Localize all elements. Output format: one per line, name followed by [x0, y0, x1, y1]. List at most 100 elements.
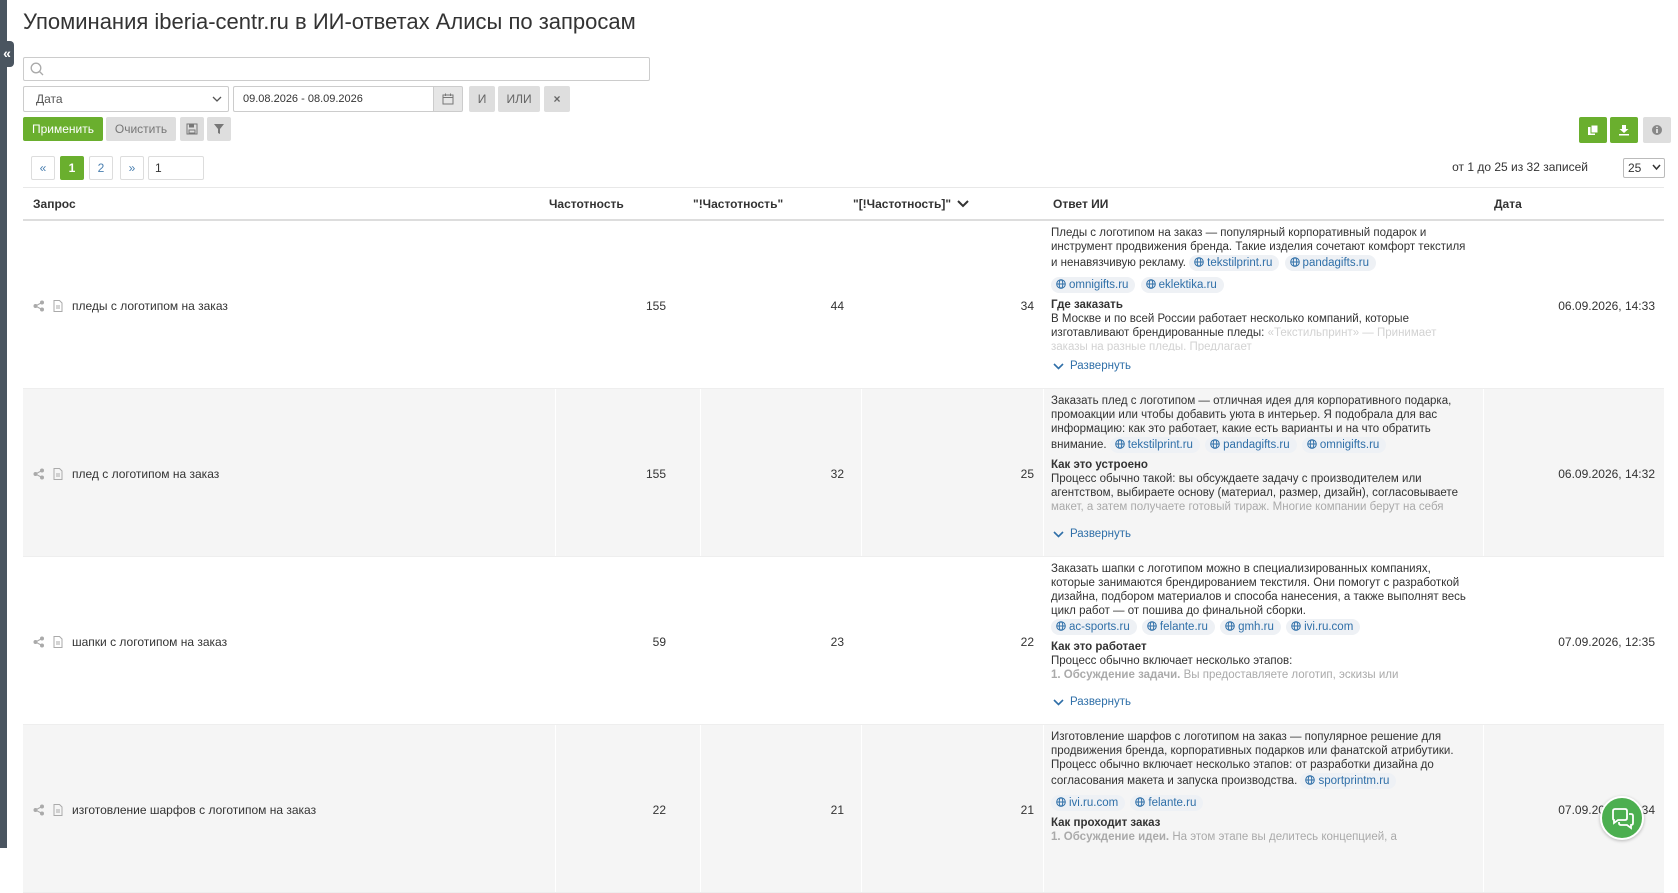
search-box[interactable] — [23, 57, 650, 81]
filter-field-select[interactable]: Дата — [23, 86, 229, 112]
pagination-jump-input[interactable]: 1 — [148, 156, 204, 180]
chevron-down-icon — [1053, 531, 1064, 538]
table-row: пледы с логотипом на заказ 155 44 34 Пле… — [23, 221, 1664, 389]
query-text[interactable]: плед с логотипом на заказ — [72, 467, 219, 481]
frequency-value: 22 — [652, 803, 666, 817]
column-header-exact-order-frequency[interactable]: "[!Частотность]" — [853, 188, 970, 220]
expand-answer-label: Развернуть — [1070, 528, 1131, 540]
share-icon[interactable] — [33, 804, 45, 816]
apply-button[interactable]: Применить — [23, 117, 103, 141]
column-header-ai-answer[interactable]: Ответ ИИ — [1053, 188, 1108, 220]
document-icon[interactable] — [53, 468, 63, 480]
query-cell: шапки с логотипом на заказ — [33, 557, 543, 725]
sort-desc-icon — [957, 200, 970, 208]
info-button[interactable] — [1643, 117, 1671, 143]
source-chip[interactable]: sportprintm.ru — [1300, 773, 1397, 789]
pagination-next[interactable]: » — [120, 156, 144, 180]
source-domain: felante.ru — [1148, 797, 1197, 809]
frequency-value: 59 — [652, 635, 666, 649]
expand-answer-link[interactable]: Развернуть — [1053, 528, 1131, 540]
source-chip[interactable]: ac-sports.ru — [1051, 619, 1137, 635]
source-chip[interactable]: felante.ru — [1130, 795, 1204, 811]
expand-answer-link[interactable]: Развернуть — [1053, 360, 1131, 372]
answer-heading: Как это работает — [1051, 641, 1147, 653]
source-chip[interactable]: felante.ru — [1141, 619, 1215, 635]
chevron-down-icon — [1053, 363, 1064, 370]
chat-widget-button[interactable] — [1600, 796, 1644, 840]
column-header-exact-frequency[interactable]: "!Частотность" — [693, 188, 783, 220]
save-filter-button[interactable] — [180, 117, 204, 141]
query-text[interactable]: пледы с логотипом на заказ — [72, 299, 228, 313]
globe-icon — [1291, 621, 1301, 631]
document-icon[interactable] — [53, 300, 63, 312]
query-text[interactable]: шапки с логотипом на заказ — [72, 635, 227, 649]
frequency-value: 155 — [645, 467, 666, 481]
answer-heading: Как это устроено — [1051, 459, 1148, 471]
query-text[interactable]: изготовление шарфов с логотипом на заказ — [72, 803, 316, 817]
share-icon[interactable] — [33, 636, 45, 648]
chevron-down-icon — [1053, 699, 1064, 706]
exact-order-frequency-value: 34 — [1020, 299, 1034, 313]
source-chip[interactable]: tekstilprint.ru — [1109, 437, 1200, 453]
globe-icon — [1056, 621, 1066, 631]
search-input[interactable] — [50, 60, 640, 78]
page-title: Упоминания iberia-centr.ru в ИИ-ответах … — [23, 9, 636, 34]
column-divider — [1043, 725, 1044, 892]
and-operator-button[interactable]: И — [469, 86, 495, 112]
globe-icon — [1114, 439, 1125, 449]
download-button[interactable] — [1610, 117, 1638, 143]
table-tools — [1579, 117, 1671, 143]
source-chip[interactable]: omnigifts.ru — [1051, 277, 1136, 293]
source-chip[interactable]: gmh.ru — [1220, 619, 1281, 635]
globe-icon — [1135, 797, 1146, 807]
pagination-page-2[interactable]: 2 — [89, 156, 113, 180]
date-range-input[interactable]: 09.08.2026 - 08.09.2026 — [233, 86, 433, 112]
document-icon[interactable] — [53, 636, 63, 648]
column-header-date[interactable]: Дата — [1494, 188, 1522, 220]
document-icon[interactable] — [53, 804, 63, 816]
date-value: 07.09.2026, 12:35 — [1558, 635, 1655, 649]
exact-frequency-value: 32 — [830, 467, 844, 481]
exact-order-frequency-value: 21 — [1020, 803, 1034, 817]
source-chip[interactable]: tekstilprint.ru — [1189, 255, 1280, 271]
column-header-exact-order-frequency-label: "[!Частотность]" — [853, 197, 952, 211]
answer-body-faded: макет, а затем получаете готовый тираж. … — [1051, 501, 1444, 513]
source-chip[interactable]: eklektika.ru — [1140, 277, 1224, 293]
globe-icon — [1307, 439, 1317, 449]
source-chip[interactable]: pandagifts.ru — [1284, 255, 1377, 271]
source-domain: tekstilprint.ru — [1127, 439, 1193, 451]
source-chip[interactable]: ivi.ru.com — [1051, 795, 1126, 811]
source-chip[interactable]: ivi.ru.com — [1286, 619, 1361, 635]
collapse-sidebar-button[interactable]: « — [0, 41, 14, 67]
save-icon — [186, 123, 198, 135]
source-domain: ivi.ru.com — [1304, 621, 1354, 633]
exact-frequency-value: 21 — [830, 803, 844, 817]
answer-body: Процесс обычно включает несколько этапов… — [1051, 655, 1293, 667]
source-chip[interactable]: pandagifts.ru — [1205, 437, 1297, 453]
query-cell: пледы с логотипом на заказ — [33, 221, 543, 389]
per-page-select[interactable]: 25 — [1623, 158, 1665, 178]
expand-answer-link[interactable]: Развернуть — [1053, 696, 1131, 708]
globe-icon — [1056, 279, 1066, 289]
filter-button[interactable] — [207, 117, 231, 141]
source-domain: felante.ru — [1159, 621, 1208, 633]
remove-filter-button[interactable]: × — [544, 86, 570, 112]
ai-answer-cell: Заказать шапки с логотипом можно в специ… — [1051, 562, 1471, 687]
globe-icon — [1289, 257, 1300, 267]
copy-button[interactable] — [1579, 117, 1607, 143]
source-chip[interactable]: omnigifts.ru — [1301, 437, 1387, 453]
pagination-prev[interactable]: « — [31, 156, 55, 180]
share-icon[interactable] — [33, 300, 45, 312]
calendar-button[interactable] — [433, 86, 463, 112]
pagination-page-1[interactable]: 1 — [60, 156, 84, 180]
clear-button[interactable]: Очистить — [106, 117, 176, 141]
expand-answer-label: Развернуть — [1070, 696, 1131, 708]
answer-step-text: Вы предоставляете логотип, эскизы или — [1183, 669, 1399, 681]
share-icon[interactable] — [33, 468, 45, 480]
column-header-frequency[interactable]: Частотность — [549, 188, 624, 220]
query-cell: изготовление шарфов с логотипом на заказ — [33, 725, 543, 893]
globe-icon — [1147, 621, 1157, 631]
filter-field-value: Дата — [36, 92, 63, 106]
or-operator-button[interactable]: ИЛИ — [498, 86, 540, 112]
column-header-query[interactable]: Запрос — [33, 188, 76, 220]
